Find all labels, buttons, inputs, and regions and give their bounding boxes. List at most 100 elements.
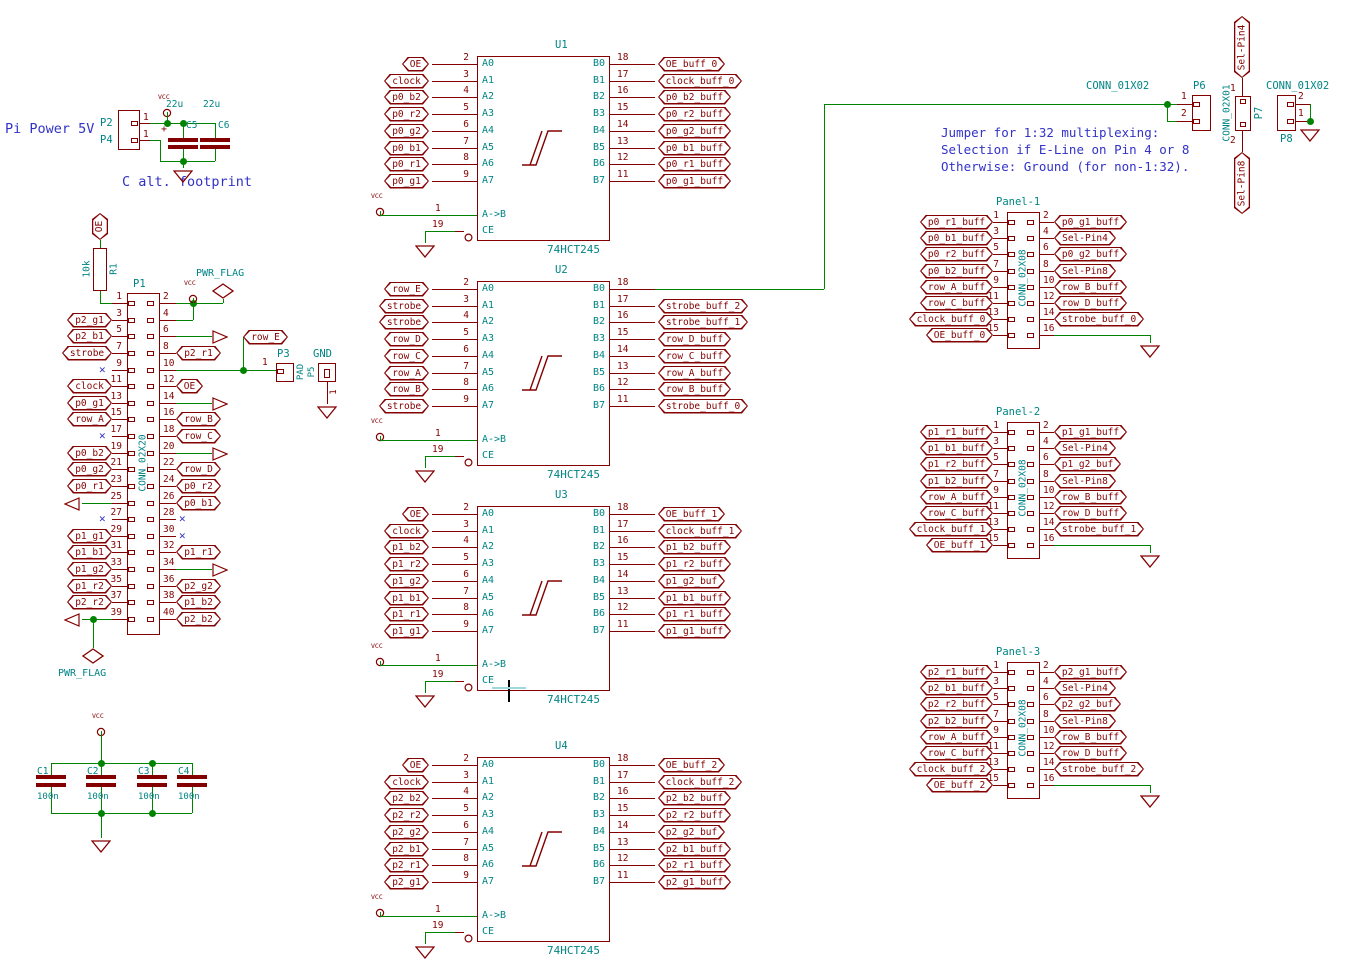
pin-pad[interactable] bbox=[147, 417, 154, 422]
net-label-p2_g2_buf[interactable]: p2_g2_buf bbox=[658, 825, 725, 840]
pin-pad[interactable] bbox=[1287, 119, 1294, 124]
net-label-p2_g1[interactable]: p2_g1 bbox=[384, 875, 429, 890]
net-label-row_D[interactable]: row_D bbox=[384, 332, 429, 347]
net-label-p1_g2[interactable]: p1_g2 bbox=[384, 574, 429, 589]
wire[interactable] bbox=[655, 289, 824, 290]
wire[interactable] bbox=[432, 289, 477, 290]
wire[interactable] bbox=[993, 688, 1007, 689]
wire[interactable] bbox=[82, 619, 112, 620]
net-label-p1_b1_buff[interactable]: p1_b1_buff bbox=[658, 591, 731, 606]
gnd-symbol[interactable] bbox=[415, 243, 435, 256]
unconnected-arrow[interactable] bbox=[212, 329, 228, 343]
wire[interactable] bbox=[1040, 785, 1054, 786]
wire[interactable] bbox=[160, 486, 176, 487]
wire[interactable] bbox=[610, 289, 655, 290]
wire[interactable] bbox=[160, 320, 176, 321]
wire[interactable] bbox=[425, 681, 426, 693]
pin-pad[interactable] bbox=[1008, 670, 1015, 675]
wire[interactable] bbox=[1040, 688, 1054, 689]
wire[interactable] bbox=[160, 569, 176, 570]
net-label-row_C[interactable]: row_C bbox=[176, 429, 221, 444]
wire[interactable] bbox=[432, 389, 477, 390]
wire[interactable] bbox=[1177, 104, 1192, 105]
wire[interactable] bbox=[425, 456, 455, 457]
pin-pad[interactable] bbox=[128, 484, 135, 489]
wire[interactable] bbox=[993, 753, 1007, 754]
wire[interactable] bbox=[380, 916, 477, 917]
pin-pad[interactable] bbox=[147, 401, 154, 406]
wire[interactable] bbox=[1040, 432, 1054, 433]
wire[interactable] bbox=[160, 586, 176, 587]
wire[interactable] bbox=[160, 519, 176, 520]
net-label-row_B_buff[interactable]: row_B_buff bbox=[658, 382, 731, 397]
wire[interactable] bbox=[1167, 104, 1168, 121]
wire[interactable] bbox=[183, 149, 184, 161]
wire[interactable] bbox=[610, 164, 655, 165]
net-label-p1_g1_buff[interactable]: p1_g1_buff bbox=[1054, 425, 1127, 440]
net-label-p2_b2[interactable]: p2_b2 bbox=[384, 791, 429, 806]
pin-pad[interactable] bbox=[128, 467, 135, 472]
wire[interactable] bbox=[176, 370, 276, 371]
wire[interactable] bbox=[432, 148, 477, 149]
gnd-symbol[interactable] bbox=[317, 404, 337, 417]
wire[interactable] bbox=[432, 406, 477, 407]
wire[interactable] bbox=[610, 148, 655, 149]
wire[interactable] bbox=[51, 813, 192, 814]
pin-pad[interactable] bbox=[1027, 767, 1034, 772]
pin-pad[interactable] bbox=[128, 401, 135, 406]
ref-p7[interactable]: P7 bbox=[1253, 107, 1265, 120]
net-label-row_B[interactable]: row_B bbox=[384, 382, 429, 397]
wire[interactable] bbox=[1150, 545, 1151, 553]
wire[interactable] bbox=[610, 531, 655, 532]
wire[interactable] bbox=[160, 386, 176, 387]
ref-U1[interactable]: U1 bbox=[555, 39, 568, 51]
pin-pad[interactable] bbox=[128, 501, 135, 506]
wire[interactable] bbox=[112, 536, 127, 537]
pin-pad[interactable] bbox=[1027, 751, 1034, 756]
title-Panel-2[interactable]: Panel-2 bbox=[996, 406, 1040, 418]
pin-pad[interactable] bbox=[128, 368, 135, 373]
net-label-p1_r2[interactable]: p1_r2 bbox=[384, 557, 429, 572]
wire[interactable] bbox=[140, 123, 150, 124]
wire[interactable] bbox=[51, 763, 52, 775]
net-label-p1_g1[interactable]: p1_g1 bbox=[384, 624, 429, 639]
net-label-p2_g1_buff[interactable]: p2_g1_buff bbox=[658, 875, 731, 890]
pin-pad[interactable] bbox=[1240, 122, 1246, 127]
wire[interactable] bbox=[993, 513, 1007, 514]
pin-pad[interactable] bbox=[147, 617, 154, 622]
net-label-p1_r1_buff[interactable]: p1_r1_buff bbox=[658, 607, 731, 622]
connector-p8[interactable] bbox=[1277, 95, 1296, 131]
wire[interactable] bbox=[183, 123, 184, 138]
net-label-p0_g1_buff[interactable]: p0_g1_buff bbox=[1054, 215, 1127, 230]
pin-pad[interactable] bbox=[1027, 446, 1034, 451]
wire[interactable] bbox=[432, 114, 477, 115]
pin-pad[interactable] bbox=[128, 517, 135, 522]
pin-pad[interactable] bbox=[147, 501, 154, 506]
wire[interactable] bbox=[380, 665, 477, 666]
pwr-flag-diamond[interactable] bbox=[82, 648, 104, 664]
net-label-p1_r2_buff[interactable]: p1_r2_buff bbox=[658, 557, 731, 572]
wire[interactable] bbox=[432, 339, 477, 340]
pin-pad[interactable] bbox=[1008, 702, 1015, 707]
pin-pad[interactable] bbox=[131, 138, 138, 143]
value-U1[interactable]: 74HCT245 bbox=[547, 243, 600, 256]
wire[interactable] bbox=[824, 104, 825, 289]
wire[interactable] bbox=[1040, 319, 1054, 320]
pin-pad[interactable] bbox=[1008, 479, 1015, 484]
wire[interactable] bbox=[993, 481, 1007, 482]
pin-pad[interactable] bbox=[147, 351, 154, 356]
wire[interactable] bbox=[824, 104, 1177, 105]
pin-pad[interactable] bbox=[147, 517, 154, 522]
wire[interactable] bbox=[1296, 104, 1310, 105]
wire[interactable] bbox=[432, 531, 477, 532]
wire[interactable] bbox=[112, 503, 127, 504]
net-label-p0_b2[interactable]: p0_b2 bbox=[384, 90, 429, 105]
net-label-p1_b1[interactable]: p1_b1 bbox=[384, 591, 429, 606]
pin-pad[interactable] bbox=[1027, 430, 1034, 435]
wire[interactable] bbox=[432, 564, 477, 565]
net-label-p2_b2_buff[interactable]: p2_b2_buff bbox=[658, 791, 731, 806]
net-label-p1_g2_buf[interactable]: p1_g2_buf bbox=[1054, 457, 1121, 472]
net-label-clock_buff_1[interactable]: clock_buff_1 bbox=[658, 524, 742, 539]
wire[interactable] bbox=[1242, 78, 1243, 97]
net-label-p2_r1[interactable]: p2_r1 bbox=[384, 858, 429, 873]
